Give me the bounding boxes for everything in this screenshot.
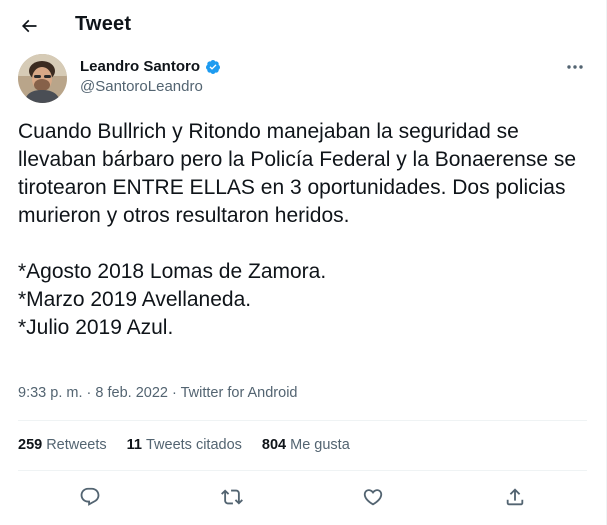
tweet-actions [0,470,607,525]
tweet-page: Tweet Leandro Santoro @SantoroLeandro Cu… [0,0,607,525]
avatar-photo [18,54,67,103]
verified-badge-icon [205,59,221,75]
retweets-stat[interactable]: 259 Retweets [18,437,107,453]
avatar[interactable] [18,54,67,103]
likes-stat[interactable]: 804 Me gusta [262,437,350,453]
quotes-label: Tweets citados [146,437,242,453]
author-name[interactable]: Leandro Santoro [80,58,200,75]
retweet-icon [221,489,243,505]
page-title: Tweet [75,13,132,35]
retweet-button[interactable] [219,484,245,510]
back-button[interactable] [14,11,44,41]
retweets-label: Retweets [46,437,107,453]
tweet-stats: 259 Retweets 11 Tweets citados 804 Me gu… [18,437,370,453]
quotes-stat[interactable]: 11 Tweets citados [127,437,242,453]
tweet-time[interactable]: 9:33 p. m. [18,385,82,401]
reply-button[interactable] [77,484,103,510]
tweet-date[interactable]: 8 feb. 2022 [95,385,168,401]
reply-icon [80,487,100,506]
author-name-row[interactable]: Leandro Santoro [80,58,221,75]
tweet-meta: 9:33 p. m. · 8 feb. 2022 · Twitter for A… [18,385,297,401]
divider [18,420,587,421]
meta-separator: · [172,385,177,401]
tweet-text: Cuando Bullrich y Ritondo manejaban la s… [18,120,577,339]
retweets-count: 259 [18,437,43,453]
quotes-count: 11 [126,437,142,453]
arrow-left-icon [21,19,37,33]
likes-count: 804 [261,437,287,453]
share-icon [506,488,524,506]
share-button[interactable] [502,484,528,510]
meta-separator: · [86,385,92,401]
like-icon [363,489,383,506]
header: Tweet [0,0,607,50]
likes-label: Me gusta [290,437,350,453]
tweet-source[interactable]: Twitter for Android [181,385,298,401]
more-options-button[interactable] [562,58,588,76]
more-icon [567,65,583,69]
author-handle[interactable]: @SantoroLeandro [80,78,203,95]
like-button[interactable] [360,484,386,510]
